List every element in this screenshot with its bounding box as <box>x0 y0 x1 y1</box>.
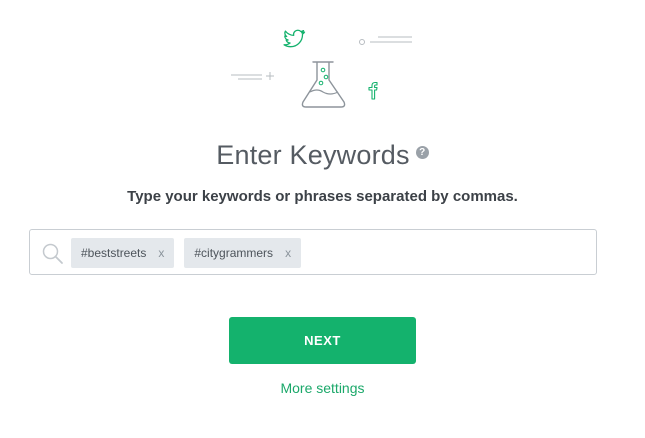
instructions-text: Type your keywords or phrases separated … <box>127 188 518 205</box>
page-title: Enter Keywords <box>216 140 410 170</box>
keyword-tag: #citygrammers x <box>184 238 302 268</box>
twitter-icon <box>283 29 306 48</box>
flask-icon <box>301 61 346 108</box>
search-icon <box>42 243 63 264</box>
next-button[interactable]: NEXT <box>229 317 416 364</box>
keyword-text-input[interactable] <box>311 238 556 268</box>
heading: Enter Keywords? <box>0 140 645 171</box>
keyword-tag-label: #citygrammers <box>194 246 274 260</box>
remove-tag-icon[interactable]: x <box>158 246 164 260</box>
decor-lines-left <box>231 72 274 80</box>
more-settings-link[interactable]: More settings <box>280 380 364 396</box>
decor-lines-right <box>359 36 412 45</box>
keyword-tag-label: #beststreets <box>81 246 147 260</box>
keywords-page: Enter Keywords? Type your keywords or ph… <box>0 0 645 438</box>
keyword-input-box[interactable]: #beststreets x #citygrammers x <box>29 229 597 275</box>
keyword-tags: #beststreets x #citygrammers x <box>71 238 556 268</box>
remove-tag-icon[interactable]: x <box>285 246 291 260</box>
keyword-tag: #beststreets x <box>71 238 175 268</box>
facebook-icon <box>368 81 378 100</box>
illustration <box>0 0 645 130</box>
help-icon[interactable]: ? <box>415 146 429 159</box>
more-settings-container: More settings <box>0 380 645 398</box>
illustration-graphic <box>231 29 412 108</box>
